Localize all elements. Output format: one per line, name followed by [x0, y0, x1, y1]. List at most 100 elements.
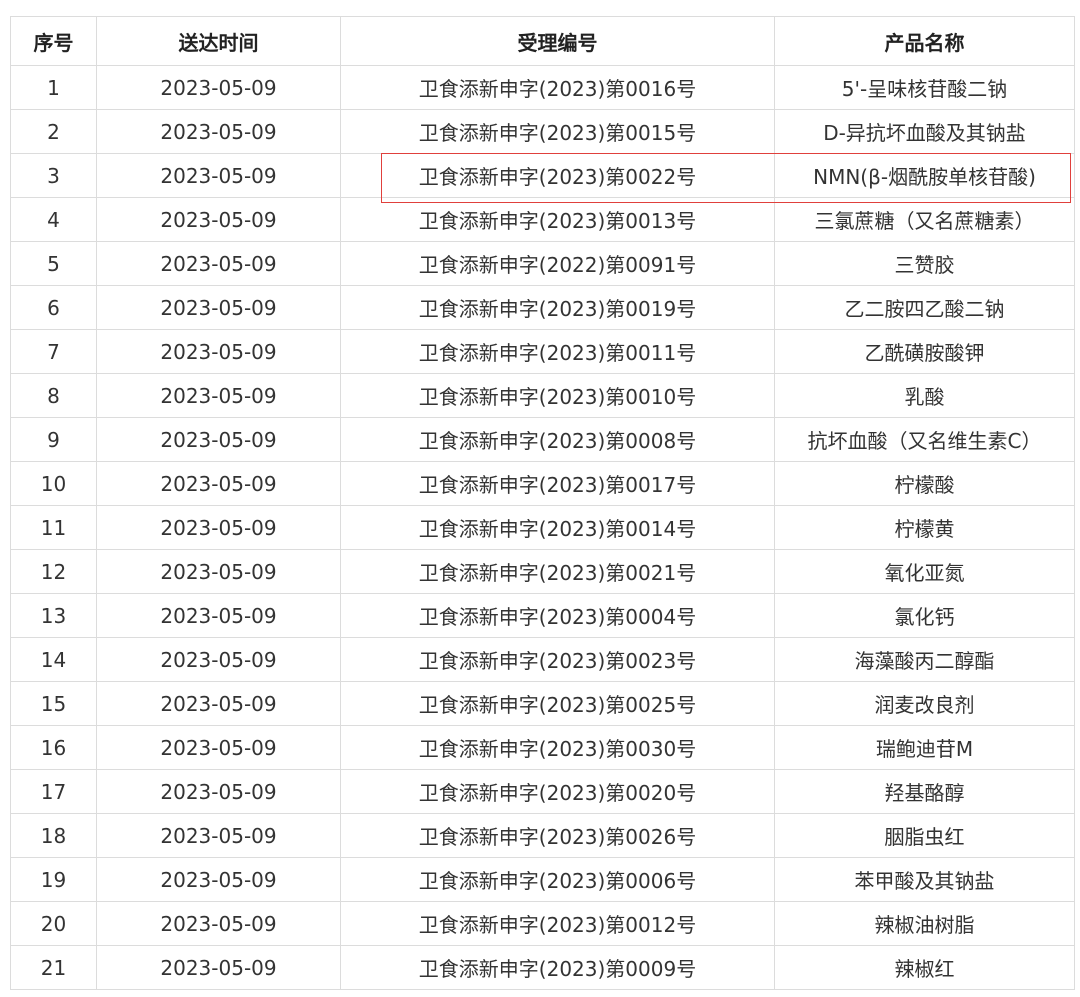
cell-product-name: NMN(β-烟酰胺单核苷酸) [774, 153, 1075, 198]
cell-date: 2023-05-09 [96, 593, 341, 638]
cell-seq: 2 [10, 109, 97, 154]
cell-product-name: 胭脂虫红 [774, 813, 1075, 858]
cell-product-name: 乙酰磺胺酸钾 [774, 329, 1075, 374]
cell-acceptance-number: 卫食添新申字(2023)第0022号 [340, 153, 775, 198]
cell-product-name: 苯甲酸及其钠盐 [774, 857, 1075, 902]
cell-date: 2023-05-09 [96, 813, 341, 858]
cell-acceptance-number: 卫食添新申字(2022)第0091号 [340, 241, 775, 286]
cell-product-name: 乳酸 [774, 373, 1075, 418]
cell-seq: 8 [10, 373, 97, 418]
cell-date: 2023-05-09 [96, 725, 341, 770]
cell-acceptance-number: 卫食添新申字(2023)第0026号 [340, 813, 775, 858]
cell-product-name: 柠檬酸 [774, 461, 1075, 506]
cell-acceptance-number: 卫食添新申字(2023)第0014号 [340, 505, 775, 550]
cell-acceptance-number: 卫食添新申字(2023)第0021号 [340, 549, 775, 594]
cell-acceptance-number: 卫食添新申字(2023)第0010号 [340, 373, 775, 418]
cell-date: 2023-05-09 [96, 857, 341, 902]
cell-date: 2023-05-09 [96, 65, 341, 110]
table-row: 9 2023-05-09 卫食添新申字(2023)第0008号 抗坏血酸（又名维生素C… [10, 417, 1075, 462]
cell-seq: 11 [10, 505, 97, 550]
cell-product-name: 辣椒红 [774, 945, 1075, 990]
cell-seq: 19 [10, 857, 97, 902]
cell-product-name: 柠檬黄 [774, 505, 1075, 550]
cell-date: 2023-05-09 [96, 241, 341, 286]
cell-acceptance-number: 卫食添新申字(2023)第0011号 [340, 329, 775, 374]
table-row: 16 2023-05-09 卫食添新申字(2023)第0030号 瑞鲍迪苷M [10, 725, 1075, 770]
cell-seq: 10 [10, 461, 97, 506]
table-row: 18 2023-05-09 卫食添新申字(2023)第0026号 胭脂虫红 [10, 813, 1075, 858]
cell-acceptance-number: 卫食添新申字(2023)第0020号 [340, 769, 775, 814]
cell-acceptance-number: 卫食添新申字(2023)第0004号 [340, 593, 775, 638]
table-row: 8 2023-05-09 卫食添新申字(2023)第0010号 乳酸 [10, 373, 1075, 418]
cell-acceptance-number: 卫食添新申字(2023)第0012号 [340, 901, 775, 946]
cell-product-name: 5'-呈味核苷酸二钠 [774, 65, 1075, 110]
cell-seq: 21 [10, 945, 97, 990]
cell-date: 2023-05-09 [96, 285, 341, 330]
cell-product-name: 三氯蔗糖（又名蔗糖素） [774, 197, 1075, 242]
table-row: 19 2023-05-09 卫食添新申字(2023)第0006号 苯甲酸及其钠盐 [10, 857, 1075, 902]
table-row: 7 2023-05-09 卫食添新申字(2023)第0011号 乙酰磺胺酸钾 [10, 329, 1075, 374]
cell-date: 2023-05-09 [96, 373, 341, 418]
table-row: 5 2023-05-09 卫食添新申字(2022)第0091号 三赞胶 [10, 241, 1075, 286]
table-row: 2 2023-05-09 卫食添新申字(2023)第0015号 D-异抗坏血酸及其钠盐 [10, 109, 1075, 154]
cell-acceptance-number: 卫食添新申字(2023)第0019号 [340, 285, 775, 330]
cell-acceptance-number: 卫食添新申字(2023)第0017号 [340, 461, 775, 506]
table-row: 20 2023-05-09 卫食添新申字(2023)第0012号 辣椒油树脂 [10, 901, 1075, 946]
cell-date: 2023-05-09 [96, 945, 341, 990]
cell-product-name: 乙二胺四乙酸二钠 [774, 285, 1075, 330]
table-row: 12 2023-05-09 卫食添新申字(2023)第0021号 氧化亚氮 [10, 549, 1075, 594]
cell-seq: 5 [10, 241, 97, 286]
cell-seq: 13 [10, 593, 97, 638]
table-row: 14 2023-05-09 卫食添新申字(2023)第0023号 海藻酸丙二醇酯 [10, 637, 1075, 682]
cell-date: 2023-05-09 [96, 417, 341, 462]
table-row-highlighted: 3 2023-05-09 卫食添新申字(2023)第0022号 NMN(β-烟酰胺单核… [10, 153, 1075, 198]
cell-acceptance-number: 卫食添新申字(2023)第0009号 [340, 945, 775, 990]
cell-acceptance-number: 卫食添新申字(2023)第0016号 [340, 65, 775, 110]
table-row: 13 2023-05-09 卫食添新申字(2023)第0004号 氯化钙 [10, 593, 1075, 638]
cell-seq: 1 [10, 65, 97, 110]
cell-date: 2023-05-09 [96, 637, 341, 682]
cell-date: 2023-05-09 [96, 329, 341, 374]
cell-product-name: 羟基酪醇 [774, 769, 1075, 814]
table-row: 11 2023-05-09 卫食添新申字(2023)第0014号 柠檬黄 [10, 505, 1075, 550]
cell-date: 2023-05-09 [96, 681, 341, 726]
cell-seq: 17 [10, 769, 97, 814]
cell-acceptance-number: 卫食添新申字(2023)第0023号 [340, 637, 775, 682]
cell-seq: 16 [10, 725, 97, 770]
table-row: 17 2023-05-09 卫食添新申字(2023)第0020号 羟基酪醇 [10, 769, 1075, 814]
registration-table: 序号 送达时间 受理编号 产品名称 1 2023-05-09 卫食添新申字(2023… [10, 16, 1075, 990]
cell-seq: 3 [10, 153, 97, 198]
cell-seq: 12 [10, 549, 97, 594]
table-header: 序号 送达时间 受理编号 产品名称 [10, 16, 1075, 66]
cell-date: 2023-05-09 [96, 901, 341, 946]
header-product-name: 产品名称 [774, 16, 1075, 66]
table-row: 6 2023-05-09 卫食添新申字(2023)第0019号 乙二胺四乙酸二钠 [10, 285, 1075, 330]
header-acceptance-number: 受理编号 [340, 16, 775, 66]
table-row: 21 2023-05-09 卫食添新申字(2023)第0009号 辣椒红 [10, 945, 1075, 990]
cell-date: 2023-05-09 [96, 153, 341, 198]
cell-product-name: 三赞胶 [774, 241, 1075, 286]
cell-product-name: 辣椒油树脂 [774, 901, 1075, 946]
cell-seq: 6 [10, 285, 97, 330]
cell-acceptance-number: 卫食添新申字(2023)第0025号 [340, 681, 775, 726]
cell-seq: 20 [10, 901, 97, 946]
cell-date: 2023-05-09 [96, 109, 341, 154]
cell-product-name: 海藻酸丙二醇酯 [774, 637, 1075, 682]
cell-date: 2023-05-09 [96, 197, 341, 242]
cell-acceptance-number: 卫食添新申字(2023)第0008号 [340, 417, 775, 462]
cell-acceptance-number: 卫食添新申字(2023)第0006号 [340, 857, 775, 902]
cell-date: 2023-05-09 [96, 549, 341, 594]
cell-seq: 9 [10, 417, 97, 462]
table-row: 15 2023-05-09 卫食添新申字(2023)第0025号 润麦改良剂 [10, 681, 1075, 726]
table-row: 10 2023-05-09 卫食添新申字(2023)第0017号 柠檬酸 [10, 461, 1075, 506]
table-row: 1 2023-05-09 卫食添新申字(2023)第0016号 5'-呈味核苷酸二钠 [10, 65, 1075, 110]
cell-acceptance-number: 卫食添新申字(2023)第0030号 [340, 725, 775, 770]
table-row: 4 2023-05-09 卫食添新申字(2023)第0013号 三氯蔗糖（又名蔗糖素） [10, 197, 1075, 242]
cell-product-name: 瑞鲍迪苷M [774, 725, 1075, 770]
cell-seq: 7 [10, 329, 97, 374]
cell-seq: 4 [10, 197, 97, 242]
cell-date: 2023-05-09 [96, 505, 341, 550]
cell-product-name: 氧化亚氮 [774, 549, 1075, 594]
header-seq: 序号 [10, 16, 97, 66]
header-delivery-date: 送达时间 [96, 16, 341, 66]
